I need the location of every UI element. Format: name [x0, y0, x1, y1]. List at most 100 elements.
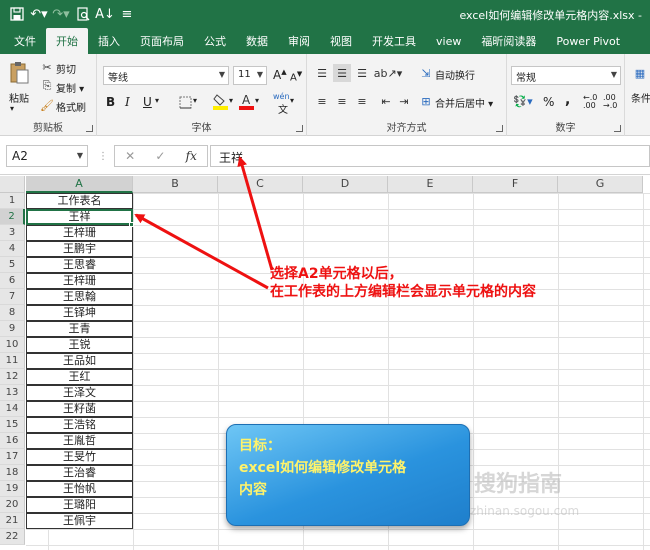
- cancel-icon[interactable]: ✕: [125, 149, 135, 163]
- tab-view[interactable]: 视图: [320, 28, 362, 54]
- row-header-5[interactable]: 5: [0, 257, 25, 273]
- font-color-icon[interactable]: A: [239, 92, 255, 110]
- column-header-a[interactable]: A: [26, 176, 133, 193]
- cell-a8[interactable]: 王铎坤: [26, 305, 133, 321]
- row-header-20[interactable]: 20: [0, 497, 25, 513]
- tab-power-pivot[interactable]: Power Pivot: [546, 28, 630, 54]
- underline-chevron-down-icon[interactable]: ▾: [155, 96, 159, 105]
- borders-chevron-down-icon[interactable]: ▾: [193, 96, 197, 105]
- cell-a21[interactable]: 王佩宇: [26, 513, 133, 529]
- cut-button[interactable]: 剪切: [56, 61, 76, 76]
- column-header-c[interactable]: C: [218, 176, 303, 193]
- cell-a16[interactable]: 王胤哲: [26, 433, 133, 449]
- grow-font-button[interactable]: A▲: [273, 68, 287, 82]
- tab-view-en[interactable]: view: [426, 28, 471, 54]
- cell-a19[interactable]: 王怡帆: [26, 481, 133, 497]
- row-header-12[interactable]: 12: [0, 369, 25, 385]
- row-header-9[interactable]: 9: [0, 321, 25, 337]
- row-header-17[interactable]: 17: [0, 449, 25, 465]
- row-header-6[interactable]: 6: [0, 273, 25, 289]
- font-launcher-icon[interactable]: [296, 125, 303, 132]
- accounting-format-icon[interactable]: 💱▾: [511, 92, 535, 110]
- row-header-3[interactable]: 3: [0, 225, 25, 241]
- row-header-22[interactable]: 22: [0, 529, 25, 545]
- cell-a14[interactable]: 王籽菡: [26, 401, 133, 417]
- orientation-icon[interactable]: ab↗▾: [374, 64, 402, 82]
- shrink-font-button[interactable]: A▼: [290, 70, 302, 83]
- cell-a7[interactable]: 王思翰: [26, 289, 133, 305]
- enter-icon[interactable]: ✓: [155, 149, 165, 163]
- percent-button[interactable]: %: [543, 95, 554, 109]
- tab-formulas[interactable]: 公式: [194, 28, 236, 54]
- font-name-combo[interactable]: 等线 ▼: [103, 66, 229, 85]
- row-header-15[interactable]: 15: [0, 417, 25, 433]
- formula-input[interactable]: 王祥: [210, 145, 650, 167]
- column-header-e[interactable]: E: [388, 176, 473, 193]
- row-header-16[interactable]: 16: [0, 433, 25, 449]
- row-header-14[interactable]: 14: [0, 401, 25, 417]
- paste-button[interactable]: 粘贴: [9, 90, 29, 105]
- cell-a17[interactable]: 王旻竹: [26, 449, 133, 465]
- increase-indent-icon[interactable]: ⇥: [395, 92, 413, 110]
- align-center-icon[interactable]: ≡: [333, 92, 351, 110]
- align-middle-icon[interactable]: ☰: [333, 64, 351, 82]
- phonetic-guide-chevron-down-icon[interactable]: ▾: [290, 96, 294, 105]
- row-header-10[interactable]: 10: [0, 337, 25, 353]
- row-header-4[interactable]: 4: [0, 241, 25, 257]
- number-format-combo[interactable]: 常规 ▼: [511, 66, 621, 85]
- cell-a1-header[interactable]: 工作表名: [26, 193, 133, 209]
- row-header-21[interactable]: 21: [0, 513, 25, 529]
- row-header-2[interactable]: 2: [0, 209, 25, 225]
- format-painter-button[interactable]: 格式刷: [56, 99, 86, 114]
- align-left-icon[interactable]: ≡: [313, 92, 331, 110]
- redo-icon[interactable]: ↷▾: [50, 3, 72, 25]
- row-header-19[interactable]: 19: [0, 481, 25, 497]
- tab-data[interactable]: 数据: [236, 28, 278, 54]
- tab-file[interactable]: 文件: [0, 28, 46, 54]
- cell-a20[interactable]: 王璐阳: [26, 497, 133, 513]
- phonetic-guide-button[interactable]: wén: [273, 92, 290, 101]
- cell-a11[interactable]: 王品如: [26, 353, 133, 369]
- tab-developer[interactable]: 开发工具: [362, 28, 426, 54]
- underline-button[interactable]: U: [143, 95, 152, 109]
- tab-home[interactable]: 开始: [46, 28, 88, 54]
- fill-color-icon[interactable]: [213, 92, 229, 110]
- tab-foxit-reader[interactable]: 福昕阅读器: [471, 28, 546, 54]
- cell-a3[interactable]: 王梓珊: [26, 225, 133, 241]
- row-header-13[interactable]: 13: [0, 385, 25, 401]
- column-header-d[interactable]: D: [303, 176, 388, 193]
- decrease-decimal-icon[interactable]: .00 →.0: [603, 94, 617, 110]
- font-color-chevron-down-icon[interactable]: ▾: [255, 96, 259, 105]
- align-top-icon[interactable]: ☰: [313, 64, 331, 82]
- italic-button[interactable]: I: [125, 95, 130, 109]
- fill-color-chevron-down-icon[interactable]: ▾: [229, 96, 233, 105]
- cell-a10[interactable]: 王锐: [26, 337, 133, 353]
- cell-a18[interactable]: 王治睿: [26, 465, 133, 481]
- column-header-b[interactable]: B: [133, 176, 218, 193]
- font-size-combo[interactable]: 11 ▼: [233, 66, 267, 85]
- wrap-text-button[interactable]: 自动换行: [435, 67, 475, 82]
- paste-icon[interactable]: [8, 60, 30, 86]
- sort-icon[interactable]: A↓: [94, 3, 116, 25]
- cell-a13[interactable]: 王泽文: [26, 385, 133, 401]
- insert-function-icon[interactable]: fx: [186, 149, 197, 163]
- merge-center-button[interactable]: 合并后居中 ▾: [435, 95, 493, 110]
- column-header-f[interactable]: F: [473, 176, 558, 193]
- increase-decimal-icon[interactable]: ←.0.00: [583, 94, 597, 110]
- cell-a2[interactable]: 王祥: [26, 209, 133, 225]
- tab-review[interactable]: 审阅: [278, 28, 320, 54]
- cell-a15[interactable]: 王浩铭: [26, 417, 133, 433]
- select-all-corner[interactable]: [0, 176, 25, 193]
- row-header-8[interactable]: 8: [0, 305, 25, 321]
- print-preview-icon[interactable]: [72, 3, 94, 25]
- paste-dropdown-icon[interactable]: ▾: [10, 104, 14, 113]
- tab-insert[interactable]: 插入: [88, 28, 130, 54]
- row-header-11[interactable]: 11: [0, 353, 25, 369]
- clipboard-launcher-icon[interactable]: [86, 125, 93, 132]
- undo-icon[interactable]: ↶▾: [28, 3, 50, 25]
- align-right-icon[interactable]: ≡: [353, 92, 371, 110]
- decrease-indent-icon[interactable]: ⇤: [377, 92, 395, 110]
- cell-a12[interactable]: 王红: [26, 369, 133, 385]
- tab-page-layout[interactable]: 页面布局: [130, 28, 194, 54]
- comma-button[interactable]: ,: [565, 92, 570, 108]
